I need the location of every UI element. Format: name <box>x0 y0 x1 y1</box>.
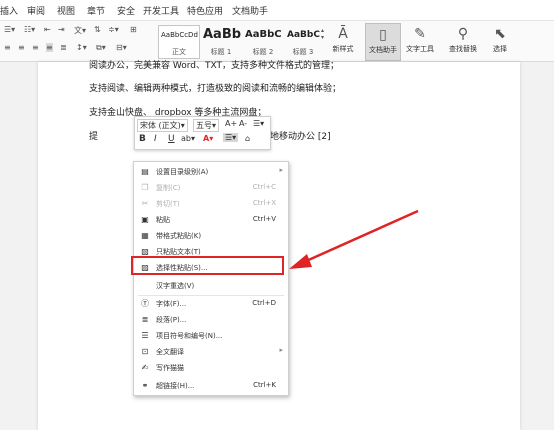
annotation-arrow <box>289 209 419 269</box>
arrow-shaft <box>303 209 419 264</box>
arrow-head <box>289 254 312 269</box>
